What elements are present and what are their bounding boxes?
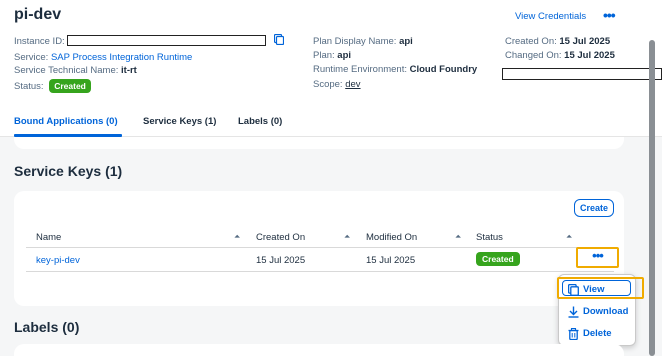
instance-id-field: Instance ID:	[14, 36, 65, 47]
plan-display-value: api	[399, 36, 413, 47]
column-header-created-on[interactable]: Created On	[256, 232, 305, 243]
tab-bar: Bound Applications (0) Service Keys (1) …	[0, 108, 662, 137]
tech-name-field: Service Technical Name: it-rt	[14, 65, 137, 76]
created-on-value: 15 Jul 2025	[559, 36, 611, 47]
sort-icon[interactable]: ⏶	[455, 232, 461, 242]
instance-id-redacted	[67, 35, 266, 46]
plan-display-label: Plan Display Name:	[313, 36, 397, 47]
row-actions-button[interactable]: •••	[576, 247, 619, 268]
menu-item-delete-label: Delete	[583, 328, 612, 339]
column-header-status[interactable]: Status	[476, 232, 503, 243]
service-key-name-link[interactable]: key-pi-dev	[36, 255, 80, 266]
changed-on-label: Changed On:	[505, 50, 562, 61]
created-on-field: Created On: 15 Jul 2025	[505, 36, 610, 47]
plan-display-field: Plan Display Name: api	[313, 36, 413, 47]
scope-label: Scope:	[313, 79, 343, 90]
runtime-value: Cloud Foundry	[409, 64, 478, 75]
tab-labels[interactable]: Labels (0)	[238, 116, 282, 127]
tech-name-value: it-rt	[121, 65, 137, 76]
row-status-badge: Created	[476, 252, 520, 266]
tech-name-label: Service Technical Name:	[14, 65, 119, 76]
service-keys-card	[14, 191, 624, 306]
page-scrollbar[interactable]	[649, 40, 655, 356]
download-icon	[568, 306, 579, 318]
scope-field: Scope: dev	[313, 79, 361, 90]
row-created-on: 15 Jul 2025	[256, 255, 306, 266]
menu-item-download[interactable]: Download	[559, 302, 637, 322]
service-link[interactable]: SAP Process Integration Runtime	[51, 52, 192, 63]
status-badge: Created	[49, 79, 91, 93]
labels-card	[14, 344, 624, 356]
column-header-name[interactable]: Name	[36, 232, 61, 243]
instance-id-label: Instance ID:	[14, 36, 65, 47]
trash-icon	[568, 328, 579, 340]
view-credentials-link[interactable]: View Credentials	[515, 11, 586, 22]
page-header: pi-dev View Credentials ••• Instance ID:…	[0, 0, 662, 137]
table-row-divider	[26, 271, 614, 272]
service-keys-title: Service Keys (1)	[14, 163, 123, 179]
plan-field: Plan: api	[313, 50, 351, 61]
scope-value[interactable]: dev	[345, 79, 360, 90]
create-button[interactable]: Create	[574, 199, 614, 217]
row-modified-on: 15 Jul 2025	[366, 255, 416, 266]
tab-bound-applications[interactable]: Bound Applications (0)	[14, 116, 118, 127]
changed-on-value: 15 Jul 2025	[564, 50, 615, 61]
plan-label: Plan:	[313, 50, 335, 61]
runtime-field: Runtime Environment: Cloud Foundry	[313, 64, 477, 75]
menu-item-download-label: Download	[583, 306, 629, 317]
plan-value: api	[337, 50, 352, 61]
page-title: pi-dev	[14, 6, 62, 23]
redacted-field	[502, 68, 662, 80]
copy-icon[interactable]	[274, 34, 284, 45]
table-header-divider	[26, 247, 614, 248]
tab-service-keys[interactable]: Service Keys (1)	[143, 116, 216, 127]
view-highlight-box	[557, 277, 644, 299]
changed-on-field: Changed On: 15 Jul 2025	[505, 50, 615, 61]
runtime-label: Runtime Environment:	[313, 64, 407, 75]
sort-icon[interactable]: ⏶	[566, 232, 572, 242]
column-header-modified-on[interactable]: Modified On	[366, 232, 417, 243]
bound-applications-card	[14, 137, 624, 149]
status-label: Status:	[14, 81, 44, 92]
created-on-label: Created On:	[505, 36, 557, 47]
service-label: Service:	[14, 52, 49, 63]
header-more-button[interactable]: •••	[603, 7, 616, 23]
menu-item-delete[interactable]: Delete	[559, 324, 637, 344]
sort-icon[interactable]: ⏶	[234, 232, 240, 242]
labels-title: Labels (0)	[14, 319, 80, 335]
sort-icon[interactable]: ⏶	[344, 232, 350, 242]
status-field: Status: Created	[14, 79, 91, 93]
service-field: Service: SAP Process Integration Runtime	[14, 52, 192, 63]
